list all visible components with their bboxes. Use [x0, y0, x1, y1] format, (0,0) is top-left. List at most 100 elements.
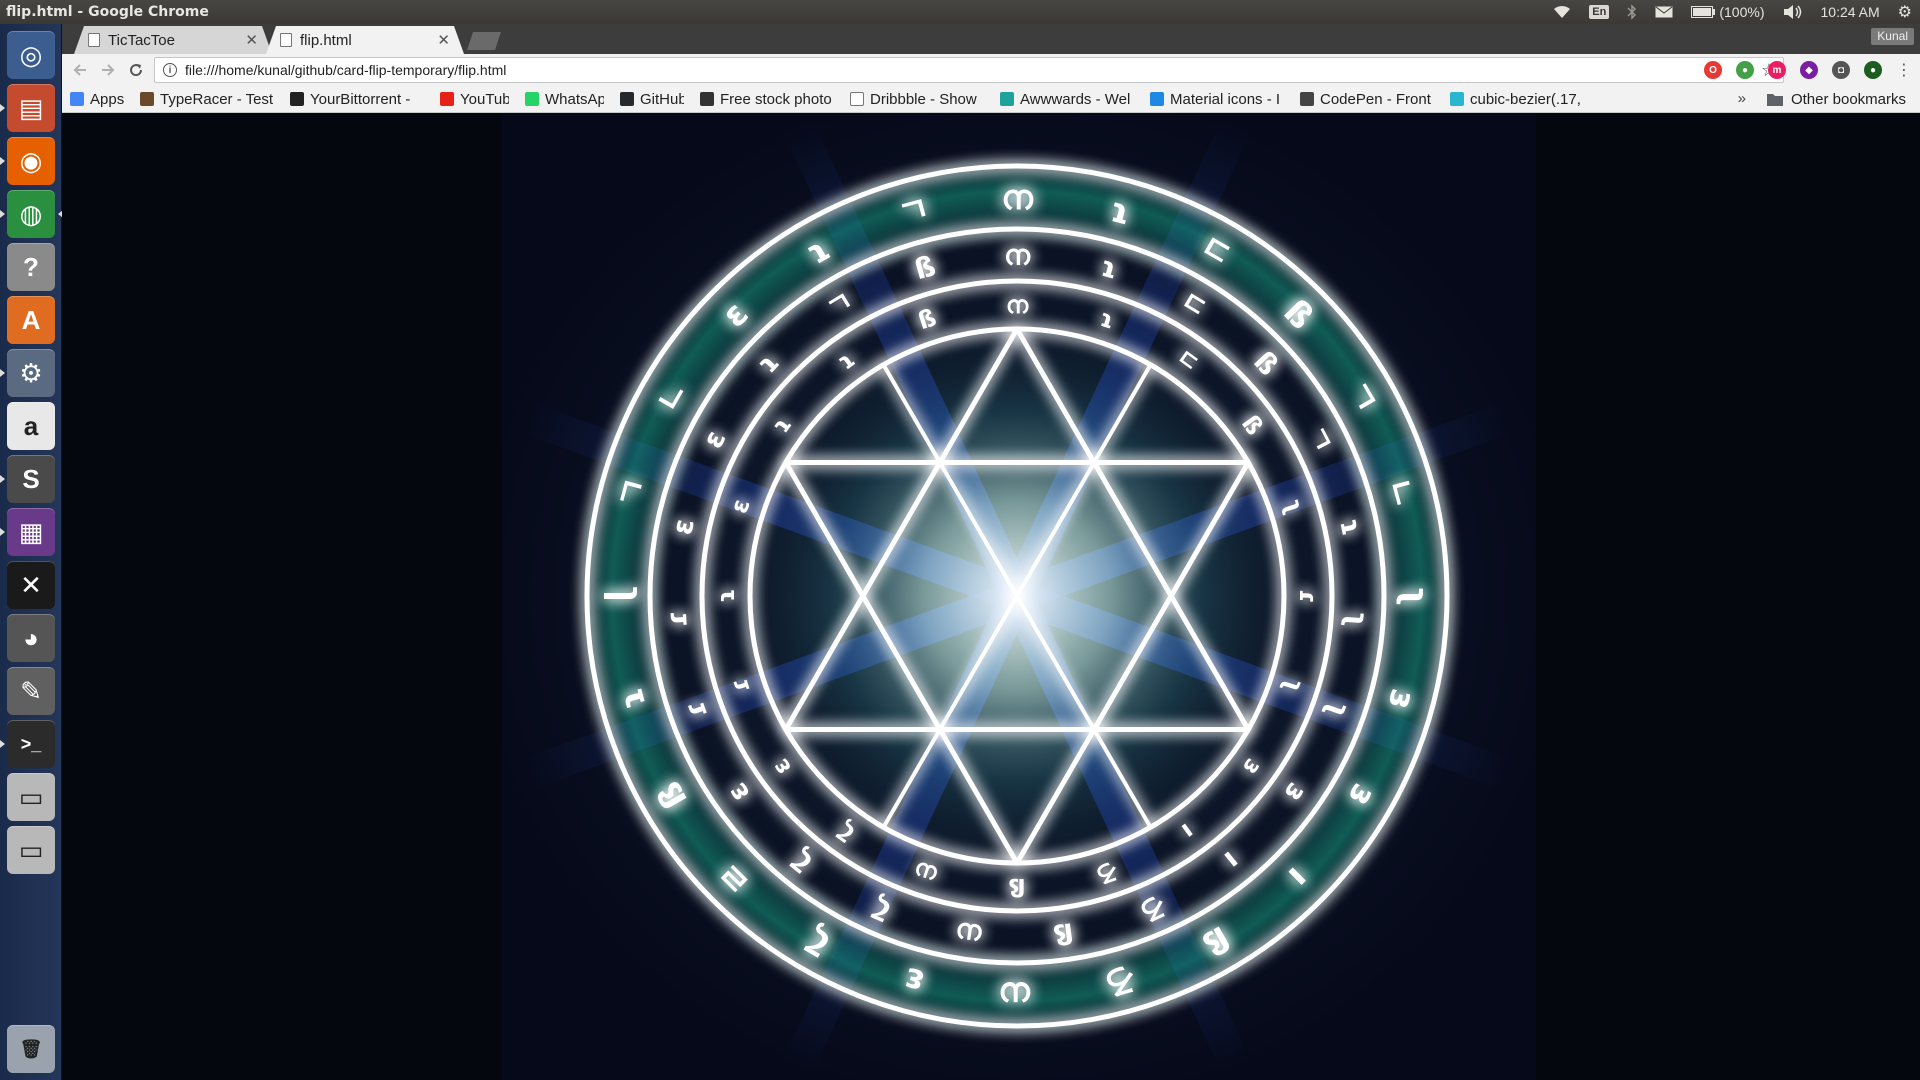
- gimp-icon[interactable]: ✎: [6, 666, 56, 716]
- drive-icon-2[interactable]: ▭: [6, 825, 56, 875]
- middle-rune-glyph: ɾ: [660, 610, 694, 629]
- bookmark-item[interactable]: YouTube: [432, 91, 517, 108]
- bookmark-favicon-icon: [700, 92, 714, 106]
- site-info-icon[interactable]: i: [163, 63, 177, 77]
- url-text: file:///home/kunal/github/card-flip-temp…: [185, 62, 507, 78]
- bookmark-favicon-icon: [140, 92, 154, 106]
- bookmark-favicon-icon: [1300, 92, 1314, 106]
- bookmark-label: Awwwards - Wel: [1020, 90, 1131, 108]
- bookmark-item[interactable]: Dribbble - Show: [842, 91, 992, 108]
- extension-icon-shield[interactable]: ◘: [1832, 61, 1850, 79]
- tab-tictactoe[interactable]: TicTacToe ✕: [74, 26, 272, 54]
- more-bookmarks-button[interactable]: »: [1738, 90, 1746, 107]
- trash-icon[interactable]: 🗑: [6, 1024, 56, 1074]
- tab-label: TicTacToe: [108, 31, 175, 49]
- tab-close-icon[interactable]: ✕: [245, 31, 258, 49]
- volume-icon[interactable]: [1783, 4, 1803, 20]
- bookmark-item[interactable]: WhatsApp: [517, 91, 612, 108]
- other-bookmarks-label: Other bookmarks: [1790, 91, 1906, 108]
- inner-rune-glyph: ɾ: [1294, 589, 1322, 603]
- bookmark-favicon-icon: [1000, 92, 1014, 106]
- bookmark-label: YouTube: [460, 90, 509, 108]
- middle-rune-glyph: ʅ: [1340, 610, 1374, 629]
- reload-button[interactable]: [122, 56, 150, 84]
- language-label: En: [1589, 5, 1610, 19]
- window-title: flip.html - Google Chrome: [6, 4, 209, 20]
- battery-indicator[interactable]: (100%): [1691, 4, 1765, 20]
- bookmark-favicon-icon: [1450, 92, 1464, 106]
- folder-icon: [1766, 94, 1783, 106]
- bookmark-item[interactable]: cubic-bezier(.17,: [1442, 91, 1592, 108]
- outer-rune-glyph: ʅ: [1395, 586, 1435, 607]
- chrome-icon[interactable]: ◍: [0, 189, 63, 239]
- terminal-icon[interactable]: >_: [0, 719, 56, 769]
- page-content: നɿㄷßㄱㄴʅɜɜıßろധɛζㄹßɿɭㄱㄴɛɿㄱനɿㄷßㄱɿʅʅɜıろßധζζɛ…: [62, 113, 1920, 1080]
- mail-icon[interactable]: [1655, 6, 1673, 18]
- bookmark-label: Material icons - I: [1170, 90, 1281, 108]
- tab-flip[interactable]: flip.html ✕: [266, 26, 464, 54]
- tab-strip: TicTacToe ✕ flip.html ✕ Kunal: [62, 24, 1920, 54]
- bluetooth-icon[interactable]: [1627, 4, 1637, 20]
- bookmark-item[interactable]: TypeRacer - Test: [132, 91, 282, 108]
- profile-button[interactable]: Kunal: [1871, 28, 1914, 45]
- other-bookmarks-folder[interactable]: Other bookmarks: [1766, 91, 1906, 108]
- bookmark-item[interactable]: Free stock photo: [692, 91, 842, 108]
- software-center-icon[interactable]: A: [6, 295, 56, 345]
- ubuntu-dash-icon[interactable]: ◎: [6, 30, 56, 80]
- files-icon[interactable]: ▤: [0, 83, 56, 133]
- firefox-icon[interactable]: ◉: [0, 136, 56, 186]
- session-gear-icon[interactable]: ⚙: [1898, 2, 1912, 22]
- bookmark-favicon-icon: [850, 92, 864, 106]
- extension-icon-dot[interactable]: ●: [1864, 61, 1882, 79]
- bookmark-favicon-icon: [70, 92, 84, 106]
- toolbar: i file:///home/kunal/github/card-flip-te…: [62, 54, 1920, 86]
- outer-rune-glyph: ധ: [1000, 974, 1033, 1014]
- bookmark-label: Apps: [90, 90, 124, 108]
- wifi-icon[interactable]: [1553, 5, 1571, 19]
- magic-circle[interactable]: ന ɿㄷßㄱㄴʅɜɜıßろധɛζㄹßɿɭㄱㄴɛɿㄱന ɿㄷßㄱɿʅʅɜıろßധζζɛ…: [502, 113, 1536, 1080]
- bookmark-label: TypeRacer - Test: [160, 90, 274, 108]
- magic-circle-stage: നɿㄷßㄱㄴʅɜɜıßろധɛζㄹßɿɭㄱㄴɛɿㄱനɿㄷßㄱɿʅʅɜıろßധζζɛ…: [502, 113, 1536, 1080]
- bookmark-label: GitHub: [640, 90, 684, 108]
- webcam-icon[interactable]: ◕: [6, 613, 56, 663]
- sublime-text-icon[interactable]: S: [0, 454, 56, 504]
- tab-label: flip.html: [300, 31, 352, 49]
- bookmark-item[interactable]: Awwwards - Wel: [992, 91, 1142, 108]
- page-icon: [280, 33, 292, 47]
- bookmark-item[interactable]: GitHub: [612, 91, 692, 108]
- new-tab-button[interactable]: [467, 32, 501, 50]
- bookmark-favicon-icon: [1150, 92, 1164, 106]
- bookmark-item[interactable]: Material icons - I: [1142, 91, 1292, 108]
- back-button[interactable]: [66, 56, 94, 84]
- keyboard-language-indicator[interactable]: En: [1589, 5, 1610, 19]
- extensions-area: O ● m ◆ ◘ ● ⋮: [1704, 60, 1912, 80]
- extension-icon-purple[interactable]: ◆: [1800, 61, 1818, 79]
- bookmark-label: YourBittorrent -: [310, 90, 411, 108]
- outer-rune-glyph: ന: [1001, 178, 1034, 218]
- bookmark-item[interactable]: Apps: [62, 91, 132, 108]
- bookmark-item[interactable]: CodePen - Front: [1292, 91, 1442, 108]
- inner-rune-glyph: ɿ: [712, 589, 740, 603]
- page-icon: [88, 33, 100, 47]
- indicator-area: En (100%) 10:24 AM ⚙: [1553, 0, 1912, 24]
- xchat-icon[interactable]: ✕: [6, 560, 56, 610]
- bookmark-favicon-icon: [620, 92, 634, 106]
- opera-extension-icon[interactable]: O: [1704, 61, 1722, 79]
- amazon-icon[interactable]: a: [6, 401, 56, 451]
- extension-icon-mu[interactable]: m: [1768, 61, 1786, 79]
- video-editor-icon[interactable]: ▦: [0, 507, 56, 557]
- drive-icon-1[interactable]: ▭: [6, 772, 56, 822]
- inner-rune-glyph: ß: [1008, 873, 1025, 901]
- tab-close-icon[interactable]: ✕: [437, 31, 450, 49]
- bookmark-item[interactable]: YourBittorrent -: [282, 91, 432, 108]
- clock[interactable]: 10:24 AM: [1821, 4, 1880, 20]
- help-icon[interactable]: ?: [6, 242, 56, 292]
- address-bar[interactable]: i file:///home/kunal/github/card-flip-te…: [154, 57, 1784, 83]
- menu-icon[interactable]: ⋮: [1896, 60, 1912, 80]
- bookmark-favicon-icon: [525, 92, 539, 106]
- inner-rune-glyph: ന: [1006, 291, 1029, 319]
- forward-button[interactable]: [94, 56, 122, 84]
- extension-icon-green[interactable]: ●: [1736, 61, 1754, 79]
- system-settings-icon[interactable]: ⚙: [0, 348, 56, 398]
- bookmark-favicon-icon: [290, 92, 304, 106]
